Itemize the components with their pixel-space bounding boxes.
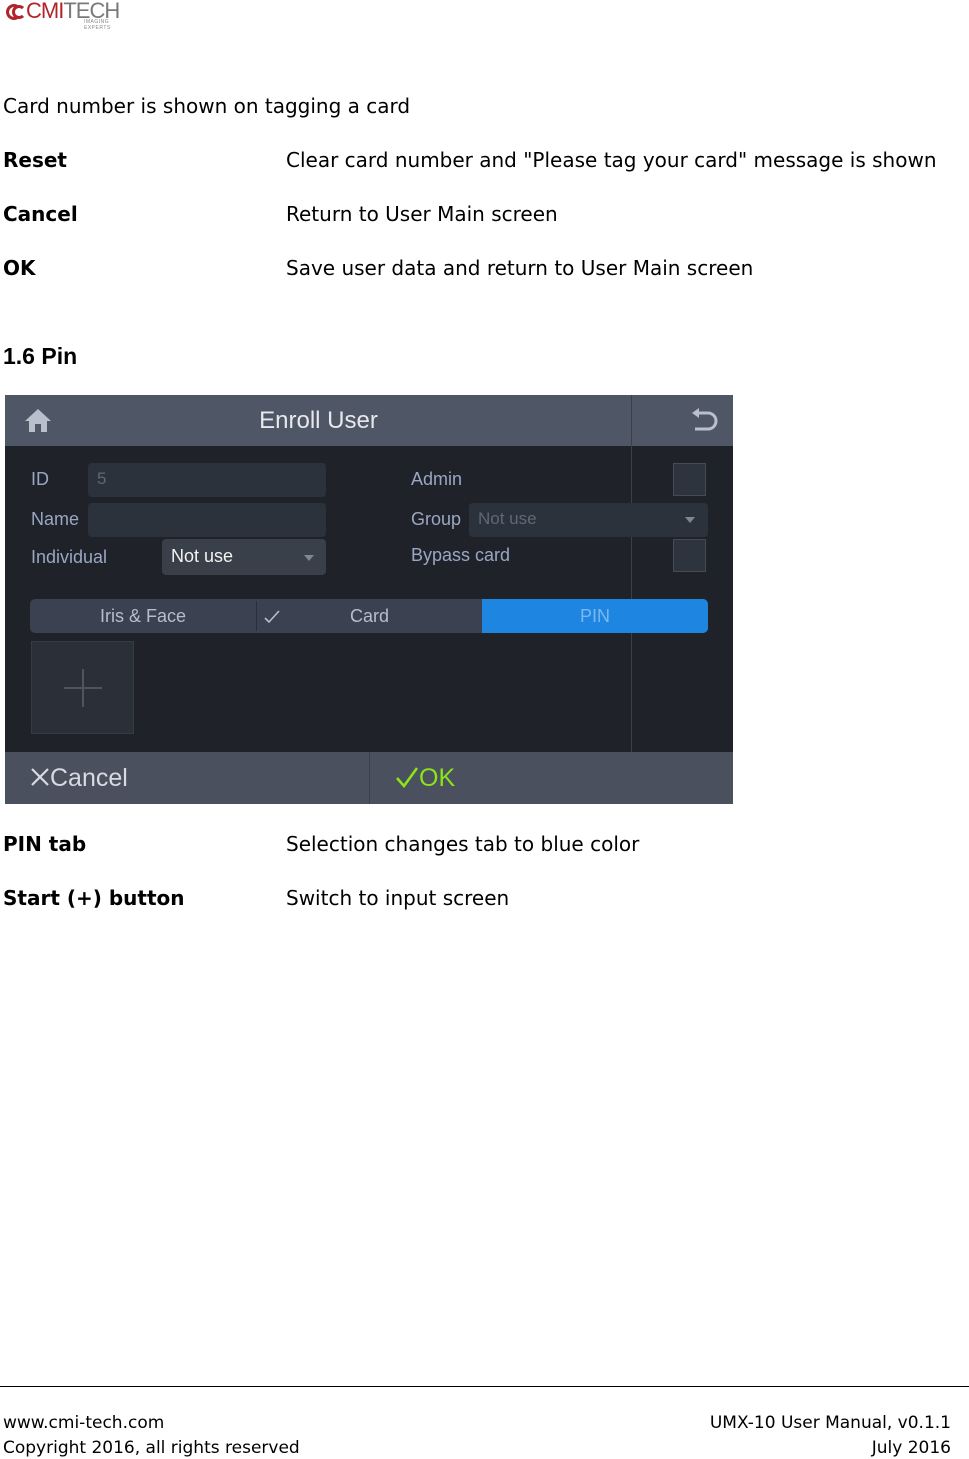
group-select[interactable]: Not use [469, 503, 708, 537]
name-field[interactable] [88, 503, 326, 537]
footer-divider [0, 1386, 969, 1387]
group-dropdown-icon [685, 517, 695, 523]
logo-text-primary: CMI [26, 0, 64, 23]
name-label: Name [31, 509, 80, 529]
footer-website: www.cmi-tech.com [3, 1413, 165, 1433]
admin-checkbox[interactable] [673, 463, 706, 496]
tab-pin[interactable]: PIN [482, 599, 708, 633]
tab-iris-face[interactable]: Iris & Face [30, 599, 256, 633]
company-logo: CMI TECH IMAGING EXPERTS [6, 0, 120, 31]
start-plus-button[interactable] [31, 641, 134, 734]
cancel-label: Cancel [50, 764, 128, 792]
footer-copyright: Copyright 2016, all rights reserved [3, 1438, 300, 1458]
check-icon [396, 767, 419, 789]
individual-label: Individual [31, 547, 108, 567]
footer-doc-version: UMX-10 User Manual, v0.1.1 [709, 1413, 951, 1433]
logo-tagline: IMAGING EXPERTS [84, 19, 111, 31]
def-label-cancel: Cancel [3, 202, 78, 226]
bottom-bar-divider [369, 752, 370, 804]
def-desc-pin-tab: Selection changes tab to blue color [286, 832, 640, 856]
individual-dropdown-icon [304, 555, 314, 561]
id-field[interactable]: 5 [88, 463, 326, 497]
def-desc-ok: Save user data and return to User Main s… [286, 256, 754, 280]
id-label: ID [31, 469, 49, 489]
section-heading: 1.6 Pin [3, 343, 78, 369]
def-label-start-button: Start (+) button [3, 886, 185, 910]
logo-mark-icon [6, 2, 26, 20]
enroll-tabs: Iris & Face Card PIN [30, 599, 708, 633]
def-desc-start-button: Switch to input screen [286, 886, 510, 910]
group-label: Group [411, 509, 462, 529]
close-icon [31, 768, 49, 786]
tab-card[interactable]: Card [257, 599, 482, 633]
def-desc-cancel: Return to User Main screen [286, 202, 558, 226]
group-select-value: Not use [478, 509, 537, 528]
individual-select[interactable]: Not use [162, 539, 326, 575]
bypass-card-checkbox[interactable] [673, 539, 706, 572]
cancel-button[interactable]: Cancel [30, 752, 128, 804]
intro-text: Card number is shown on tagging a card [3, 94, 411, 118]
screen-title: Enroll User [259, 407, 378, 434]
admin-label: Admin [411, 469, 463, 489]
back-icon[interactable] [689, 407, 719, 433]
def-desc-reset: Clear card number and "Please tag your c… [286, 148, 937, 172]
individual-select-value: Not use [171, 546, 234, 566]
bypass-card-label: Bypass card [411, 545, 511, 565]
footer-date: July 2016 [871, 1438, 951, 1458]
def-label-reset: Reset [3, 148, 67, 172]
ok-label: OK [419, 764, 456, 792]
ok-button[interactable]: OK [395, 752, 455, 804]
enroll-user-screenshot: Enroll User ID 5 Name Individual Not use… [5, 395, 733, 804]
def-label-ok: OK [3, 256, 36, 280]
def-label-pin-tab: PIN tab [3, 832, 87, 856]
